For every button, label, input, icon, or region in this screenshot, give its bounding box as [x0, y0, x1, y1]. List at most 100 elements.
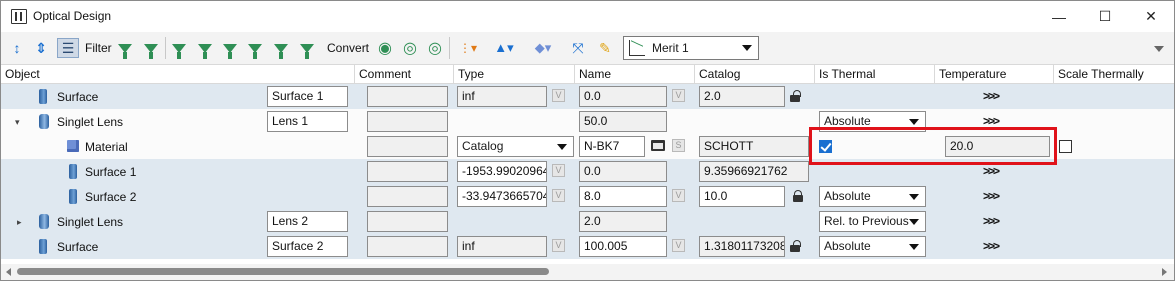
ray-trace-dropdown-icon[interactable]: ⋮▾ — [454, 38, 482, 58]
col-object[interactable]: Object — [1, 65, 355, 84]
close-button[interactable]: ✕ — [1128, 1, 1174, 32]
collapse-icon[interactable]: ▾ — [15, 117, 20, 128]
temperature-expand[interactable]: >>> — [983, 214, 1000, 228]
table-row[interactable]: Surface Surface 2 inf V 100.005 V 1.3180… — [1, 234, 1174, 259]
radius-field[interactable]: -1953.99020964 — [457, 161, 547, 182]
comment-field[interactable] — [367, 211, 448, 232]
filter-dependent-icon[interactable] — [117, 38, 133, 59]
variable-toggle[interactable]: V — [552, 164, 565, 177]
surface-icon — [69, 164, 77, 179]
row-name-field[interactable]: Surface 2 — [267, 236, 348, 257]
grid-header: Object Comment Type Name Catalog Is Ther… — [1, 64, 1174, 84]
type-field[interactable]: inf — [457, 86, 547, 107]
thermal-mode-select[interactable]: Absolute — [819, 236, 926, 257]
filter-parens-icon[interactable] — [247, 38, 263, 59]
temperature-expand[interactable]: >>> — [983, 89, 1000, 103]
col-comment[interactable]: Comment — [355, 65, 454, 84]
object-cube-dropdown-icon[interactable]: ◆▾ — [529, 38, 557, 58]
comment-field[interactable] — [367, 111, 448, 132]
variable-toggle[interactable]: V — [552, 239, 565, 252]
variable-toggle[interactable]: V — [672, 239, 685, 252]
catalog-field[interactable]: 10.0 — [699, 186, 785, 207]
lock-icon[interactable] — [793, 190, 803, 202]
row-name-field[interactable]: Surface 1 — [267, 86, 348, 107]
scale-thermally-checkbox[interactable] — [1059, 140, 1072, 153]
title-bar: Optical Design — ☐ ✕ — [1, 1, 1174, 32]
variable-toggle[interactable]: V — [552, 189, 565, 202]
convert-reference-icon[interactable]: ◎ — [426, 38, 444, 58]
horizontal-scrollbar[interactable] — [1, 264, 1174, 280]
name-field[interactable]: 0.0 — [579, 161, 667, 182]
filter-settings-icon[interactable] — [171, 38, 187, 59]
temperature-expand[interactable]: >>> — [983, 114, 1000, 128]
catalog-field[interactable]: 2.0 — [699, 86, 785, 107]
col-type[interactable]: Type — [454, 65, 575, 84]
unlock-icon[interactable] — [790, 90, 801, 102]
col-temperature[interactable]: Temperature — [935, 65, 1054, 84]
folder-icon[interactable] — [651, 140, 665, 151]
unlock-icon[interactable] — [790, 240, 801, 252]
name-field[interactable]: 0.0 — [579, 86, 667, 107]
temperature-expand[interactable]: >>> — [983, 164, 1000, 178]
catalog-field[interactable]: 9.35966921762 — [699, 161, 809, 182]
temperature-expand[interactable]: >>> — [983, 189, 1000, 203]
catalog-field[interactable]: 1.31801173208 — [699, 236, 785, 257]
row-name-field[interactable]: Lens 1 — [267, 111, 348, 132]
comment-field[interactable] — [367, 186, 448, 207]
minimize-button[interactable]: — — [1036, 1, 1082, 32]
optimize-dropdown-icon[interactable]: ▲▾ — [490, 38, 518, 58]
name-field[interactable]: 100.005 — [579, 236, 667, 257]
material-type-select[interactable]: Catalog — [457, 136, 574, 157]
thermal-mode-select[interactable]: Rel. to Previous — [819, 211, 926, 232]
glass-name-field[interactable]: N-BK7 — [579, 136, 645, 157]
collapse-rows-icon[interactable]: ⇕ — [34, 38, 48, 58]
thermal-mode-value: Absolute — [824, 239, 871, 253]
expand-rows-icon[interactable]: ↕ — [10, 38, 24, 58]
convert-global-icon[interactable]: ◉ — [376, 38, 394, 58]
list-view-icon[interactable]: ☰ — [57, 38, 79, 58]
scrollbar-thumb[interactable] — [17, 268, 549, 275]
filter-object-icon[interactable] — [197, 38, 213, 59]
col-catalog[interactable]: Catalog — [695, 65, 815, 84]
filter-comment-icon[interactable] — [143, 38, 159, 59]
scroll-left-icon[interactable] — [6, 268, 11, 276]
row-name-field[interactable]: Lens 2 — [267, 211, 348, 232]
comment-field[interactable] — [367, 136, 448, 157]
name-field[interactable]: 2.0 — [579, 211, 667, 232]
col-scale-thermally[interactable]: Scale Thermally — [1054, 65, 1174, 84]
chevron-down-icon — [909, 219, 919, 225]
solve-toggle[interactable]: S — [672, 139, 685, 152]
fit-view-icon[interactable]: ⤧ — [569, 38, 587, 58]
scroll-right-icon[interactable] — [1162, 268, 1167, 276]
toolbar-overflow-icon[interactable] — [1154, 46, 1164, 52]
radius-field[interactable]: -33.9473665704 — [457, 186, 547, 207]
comment-field[interactable] — [367, 236, 448, 257]
variable-toggle[interactable]: V — [672, 189, 685, 202]
name-field[interactable]: 50.0 — [579, 111, 667, 132]
name-field[interactable]: 8.0 — [579, 186, 667, 207]
convert-local-icon[interactable]: ◎ — [401, 38, 419, 58]
clean-brush-icon[interactable]: ✎ — [598, 38, 612, 58]
variable-toggle[interactable]: V — [672, 89, 685, 102]
expand-icon[interactable]: ▸ — [17, 217, 22, 228]
object-label: Surface — [57, 240, 99, 254]
variable-toggle[interactable]: V — [552, 89, 565, 102]
table-row[interactable]: Surface 2 -33.9473665704 V 8.0 V 10.0 Ab… — [1, 184, 1174, 209]
col-is-thermal[interactable]: Is Thermal — [815, 65, 935, 84]
merit-function-select[interactable]: Merit 1 — [623, 36, 759, 60]
temperature-expand[interactable]: >>> — [983, 239, 1000, 253]
maximize-button[interactable]: ☐ — [1082, 1, 1128, 32]
filter-clear-icon[interactable] — [299, 38, 315, 59]
comment-field[interactable] — [367, 86, 448, 107]
catalog-field[interactable]: SCHOTT — [699, 136, 809, 157]
filter-circle-icon[interactable] — [222, 38, 238, 59]
comment-field[interactable] — [367, 161, 448, 182]
col-name[interactable]: Name — [575, 65, 695, 84]
table-row[interactable]: ▸ Singlet Lens Lens 2 2.0 Rel. to Previo… — [1, 209, 1174, 234]
filter-variable-icon[interactable] — [273, 38, 289, 59]
thermal-mode-value: Absolute — [824, 189, 871, 203]
table-row[interactable]: Surface Surface 1 inf V 0.0 V 2.0 >>> — [1, 84, 1174, 109]
thermal-mode-select[interactable]: Absolute — [819, 186, 926, 207]
lens-icon — [39, 114, 49, 129]
type-field[interactable]: inf — [457, 236, 547, 257]
